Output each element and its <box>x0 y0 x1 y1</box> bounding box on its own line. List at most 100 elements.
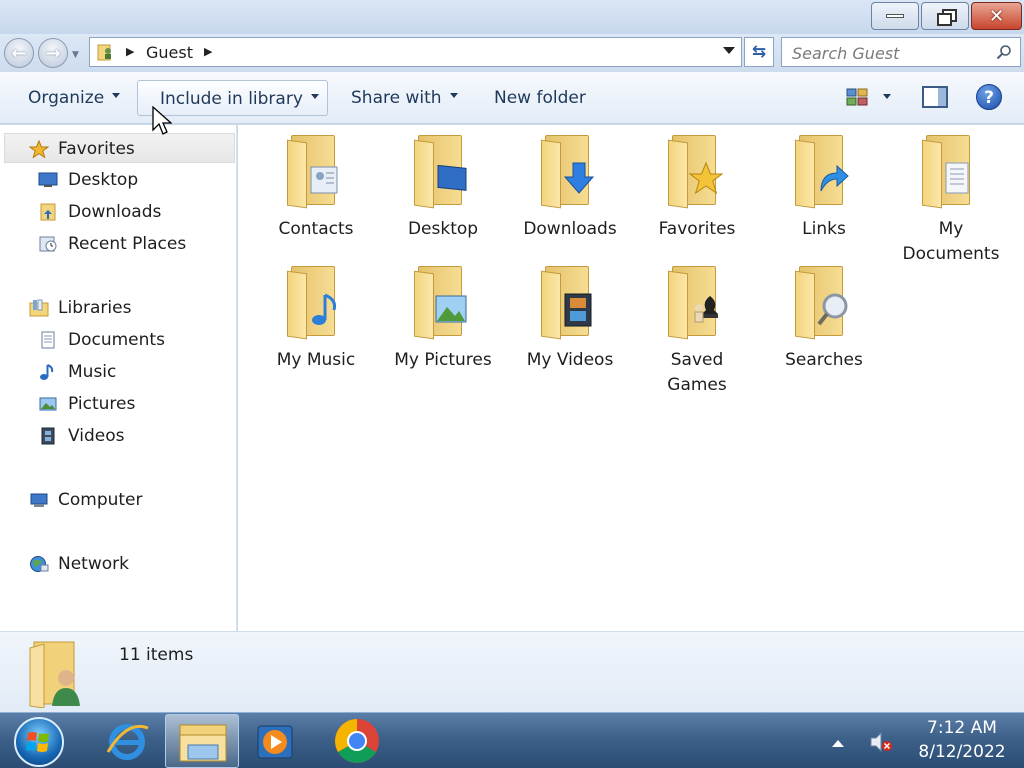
music-note-icon <box>312 293 337 325</box>
sidebar-item-label: Videos <box>68 426 125 446</box>
folder-label: Contacts <box>278 219 354 239</box>
folder-label: Desktop <box>407 219 479 239</box>
chevron-down-icon <box>449 92 458 98</box>
user-folder-icon <box>29 641 80 708</box>
sidebar-item-pictures[interactable]: Pictures <box>0 389 236 419</box>
sidebar-item-label: Documents <box>68 330 165 350</box>
folder-item-desktop[interactable]: Desktop <box>388 135 498 242</box>
start-button[interactable] <box>14 717 64 767</box>
picture-icon <box>435 295 467 323</box>
folder-item-saved-games[interactable]: Saved Games <box>642 266 752 398</box>
organize-menu[interactable]: Organize <box>28 80 121 116</box>
folder-icon <box>795 135 853 209</box>
star-icon <box>29 140 49 158</box>
folder-item-my-music[interactable]: My Music <box>261 266 371 373</box>
volume-muted-icon[interactable] <box>868 729 894 755</box>
taskbar-chrome[interactable] <box>320 714 394 768</box>
folder-item-my-pictures[interactable]: My Pictures <box>388 266 498 373</box>
view-options-dropdown[interactable] <box>883 94 891 99</box>
folder-item-my-documents[interactable]: My Documents <box>896 135 1006 267</box>
refresh-button[interactable]: ⇆ <box>744 37 774 67</box>
folder-item-downloads[interactable]: Downloads <box>515 135 625 242</box>
sidebar-item-favorites[interactable]: Favorites <box>4 133 235 163</box>
contacts-icon <box>310 166 338 194</box>
desktop-icon <box>38 172 58 187</box>
navigation-bar: ← → ▼ ▶ Guest ▶ ⇆ Search Guest <box>0 34 1024 72</box>
folder-icon <box>541 266 599 340</box>
user-folder-icon <box>97 44 111 61</box>
back-button[interactable]: ← <box>4 38 34 68</box>
folder-icon <box>287 135 345 209</box>
breadcrumb-guest[interactable]: Guest <box>146 43 193 62</box>
desktop-icon <box>437 164 467 191</box>
film-icon <box>564 293 592 327</box>
clock-time: 7:12 AM <box>927 718 997 738</box>
chrome-icon <box>335 719 379 763</box>
sidebar-item-label: Music <box>68 362 117 382</box>
folder-icon <box>795 266 853 340</box>
sidebar-item-recent-places[interactable]: Recent Places <box>0 229 236 259</box>
folder-item-my-videos[interactable]: My Videos <box>515 266 625 373</box>
chevron-down-icon <box>112 92 121 98</box>
refresh-icon: ⇆ <box>751 42 767 62</box>
recent-pages-dropdown[interactable]: ▼ <box>72 50 79 60</box>
computer-icon <box>30 493 48 507</box>
sidebar-item-libraries[interactable]: Libraries <box>0 293 236 323</box>
film-icon <box>41 427 55 445</box>
sidebar-item-desktop[interactable]: Desktop <box>0 165 236 195</box>
folder-item-links[interactable]: Links <box>769 135 879 242</box>
sidebar-item-documents[interactable]: Documents <box>0 325 236 355</box>
sidebar-item-downloads[interactable]: Downloads <box>0 197 236 227</box>
taskbar-clock[interactable]: 7:12 AM 8/12/2022 <box>906 716 1018 764</box>
documents-icon <box>41 331 55 349</box>
show-hidden-icons-button[interactable] <box>832 740 844 747</box>
sidebar-item-network[interactable]: Network <box>0 549 236 579</box>
folder-label: My Pictures <box>394 350 492 370</box>
sidebar-item-computer[interactable]: Computer <box>0 485 236 515</box>
sidebar-item-label: Network <box>58 554 129 574</box>
new-folder-button[interactable]: New folder <box>494 80 586 116</box>
sidebar-item-videos[interactable]: Videos <box>0 421 236 451</box>
restore-button[interactable] <box>921 2 969 30</box>
folder-item-contacts[interactable]: Contacts <box>261 135 371 242</box>
network-globe-icon <box>30 556 49 572</box>
search-input[interactable]: Search Guest <box>781 37 1021 67</box>
folder-item-searches[interactable]: Searches <box>769 266 879 373</box>
taskbar-media-player[interactable] <box>238 714 312 768</box>
change-view-icon[interactable] <box>846 88 868 106</box>
breadcrumb-separator-icon[interactable]: ▶ <box>126 45 134 58</box>
sidebar-item-label: Libraries <box>58 298 132 318</box>
close-button[interactable]: ✕ <box>971 2 1022 30</box>
folder-icon <box>922 135 980 209</box>
restore-icon <box>936 9 957 26</box>
address-history-dropdown[interactable] <box>723 47 735 54</box>
folder-item-favorites[interactable]: Favorites <box>642 135 752 242</box>
folder-label: Saved Games <box>667 350 727 395</box>
folder-icon <box>541 135 599 209</box>
preview-pane-icon[interactable] <box>922 86 948 108</box>
include-in-library-label: Include in library <box>160 89 303 109</box>
internet-explorer-icon <box>106 724 149 760</box>
chevron-down-icon <box>310 93 319 99</box>
document-icon <box>945 162 969 194</box>
taskbar-file-explorer[interactable] <box>165 714 239 768</box>
chess-piece-icon <box>694 296 718 323</box>
back-arrow-icon: ← <box>11 42 27 64</box>
breadcrumb-expand-icon[interactable]: ▶ <box>204 45 212 58</box>
link-arrow-icon <box>820 164 849 192</box>
folder-label: Favorites <box>658 219 736 239</box>
forward-button[interactable]: → <box>38 38 68 68</box>
share-with-menu[interactable]: Share with <box>351 80 458 116</box>
details-pane: 11 items <box>0 631 1024 712</box>
taskbar-internet-explorer[interactable] <box>90 714 164 768</box>
folder-label: My Music <box>276 350 356 370</box>
search-icon[interactable] <box>996 44 1012 60</box>
title-bar: ✕ <box>0 0 1024 34</box>
sidebar-item-music[interactable]: Music <box>0 357 236 387</box>
folder-label: Searches <box>785 350 863 370</box>
address-bar[interactable]: ▶ Guest ▶ <box>89 37 742 67</box>
share-with-label: Share with <box>351 88 442 108</box>
folder-icon <box>414 266 472 340</box>
help-icon[interactable]: ? <box>976 84 1002 110</box>
minimize-button[interactable] <box>871 2 919 30</box>
